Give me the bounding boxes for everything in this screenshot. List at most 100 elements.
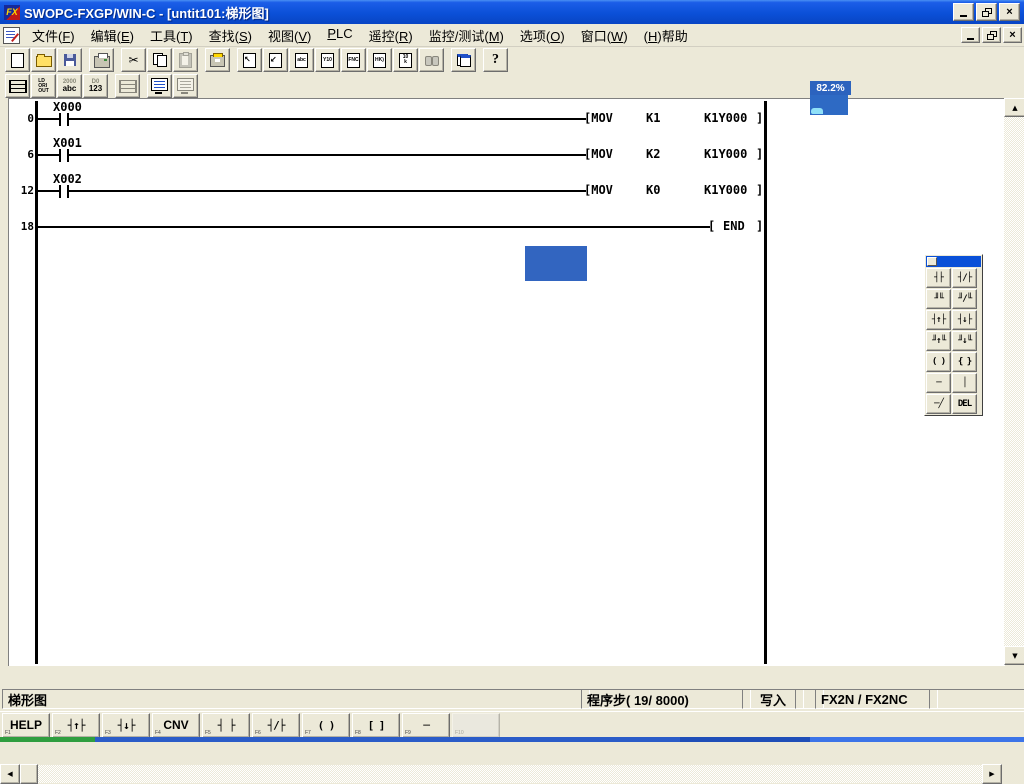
palette-title-bar[interactable] — [926, 256, 981, 267]
menu-plc[interactable]: PLC — [319, 24, 360, 47]
view-10k-button[interactable]: 10 k — [393, 48, 418, 72]
menu-label-pre: 查找( — [209, 29, 239, 44]
child-minimize-button[interactable] — [961, 27, 980, 43]
transfer-icon — [210, 55, 225, 67]
comment-view-button[interactable]: 2000abc — [57, 74, 82, 98]
monitor-stop-icon — [177, 78, 194, 91]
ladder-edit-button — [115, 74, 140, 98]
new-file-button[interactable] — [5, 48, 30, 72]
horizontal-scroll-track[interactable] — [38, 765, 982, 783]
scroll-down-button[interactable]: ▼ — [1004, 646, 1024, 665]
view-device-button[interactable]: Y10 — [315, 48, 340, 72]
main-toolbar: ✂ ↖↙ abc Y10FNCHK) 10 k? — [0, 47, 1024, 73]
icon-label-bottom: 123 — [89, 85, 102, 93]
minimize-button[interactable] — [953, 3, 974, 21]
save-file-button[interactable] — [57, 48, 82, 72]
contact-bar — [67, 185, 69, 198]
menu-window[interactable]: 窗口(W) — [573, 24, 636, 47]
scroll-up-button[interactable]: ▲ — [1004, 98, 1024, 117]
scroll-left-button[interactable]: ◀ — [0, 764, 20, 784]
copy-button[interactable] — [147, 48, 172, 72]
or-contact-open-button[interactable]: ╜╙ — [926, 289, 951, 309]
horizontal-line-button[interactable]: ─ — [926, 373, 951, 393]
rung-line — [38, 118, 586, 120]
ladder-text: K1 — [646, 111, 660, 125]
vertical-scroll-track[interactable] — [1004, 117, 1024, 646]
copy-icon — [153, 53, 167, 67]
fkey-f9-button[interactable]: F9─ — [402, 713, 450, 738]
register-view-button[interactable]: D0123 — [83, 74, 108, 98]
horizontal-scrollbar[interactable]: ◀ ▶ — [0, 763, 1002, 784]
ladder-selection-cursor[interactable] — [525, 246, 587, 281]
fkey-f4-button[interactable]: F4CNV — [152, 713, 200, 738]
ladder-editor[interactable]: 0X000[MOVK1K1Y000]6X001[MOVK2K1Y000]12X0… — [8, 98, 1005, 666]
zoom-level-indicator: 82.2% — [810, 81, 851, 95]
fkey-f1-button[interactable]: F1HELP — [2, 713, 50, 738]
document-icon[interactable] — [3, 27, 20, 44]
function-block-button[interactable]: { } — [952, 352, 977, 372]
page-back-button[interactable]: ↖ — [237, 48, 262, 72]
view-comment-button[interactable]: abc — [289, 48, 314, 72]
contact-closed-button[interactable]: ┤/├ — [952, 268, 977, 288]
menu-help[interactable]: (H)帮助 — [636, 24, 696, 47]
page-forward-button[interactable]: ↙ — [263, 48, 288, 72]
menu-view[interactable]: 视图(V) — [260, 24, 319, 47]
fkey-glyph: ┤↑├ — [68, 719, 85, 732]
menu-label-key: V — [298, 29, 307, 44]
menu-remote[interactable]: 遥控(R) — [361, 24, 421, 47]
menu-find[interactable]: 查找(S) — [201, 24, 260, 47]
fkey-f5-button[interactable]: F5┤ ├ — [202, 713, 250, 738]
delete-line-button[interactable]: ─╱ — [926, 394, 951, 414]
contact-label: X000 — [53, 100, 82, 114]
monitor-start-button[interactable] — [147, 74, 172, 98]
window-cascade-button[interactable] — [451, 48, 476, 72]
print-button[interactable] — [89, 48, 114, 72]
or-pulse-falling-contact-button[interactable]: ╜↓╙ — [952, 331, 977, 351]
fkey-f8-button[interactable]: F8[ ] — [352, 713, 400, 738]
fkey-f2-button[interactable]: F2┤↑├ — [52, 713, 100, 738]
vertical-line-button[interactable]: │ — [952, 373, 977, 393]
minimize-icon — [967, 38, 974, 40]
close-button[interactable]: × — [999, 3, 1020, 21]
cut-button[interactable]: ✂ — [121, 48, 146, 72]
arrow-up-icon: ▲ — [1012, 104, 1017, 112]
menu-edit[interactable]: 编辑(E) — [83, 24, 142, 47]
pulse-rising-contact-button[interactable]: ┤↑├ — [926, 310, 951, 330]
or-pulse-rising-contact-button[interactable]: ╜↑╙ — [926, 331, 951, 351]
ladder-view-button[interactable] — [5, 74, 30, 98]
help-button[interactable]: ? — [483, 48, 508, 72]
child-close-button[interactable]: × — [1003, 27, 1022, 43]
contact-open-button[interactable]: ┤├ — [926, 268, 951, 288]
open-file-button[interactable] — [31, 48, 56, 72]
transfer-button[interactable] — [205, 48, 230, 72]
coil-button[interactable]: ( ) — [926, 352, 951, 372]
fkey-label: F9 — [405, 730, 411, 736]
icon-label: abc — [297, 58, 306, 63]
palette-system-box[interactable] — [927, 257, 937, 266]
pulse-falling-contact-button[interactable]: ┤↓├ — [952, 310, 977, 330]
or-contact-closed-button[interactable]: ╜/╙ — [952, 289, 977, 309]
icon-label: 10 k — [403, 55, 409, 65]
ladder-text: END — [723, 219, 745, 233]
child-restore-button[interactable] — [982, 27, 1001, 43]
menu-label-key: O — [550, 29, 560, 44]
view-instruction-button[interactable]: FNC — [341, 48, 366, 72]
menu-monitor-test[interactable]: 监控/测试(M) — [421, 24, 512, 47]
menu-tools[interactable]: 工具(T) — [142, 24, 201, 47]
delete-button[interactable]: DEL — [952, 394, 977, 414]
vertical-scrollbar[interactable]: ▲ ▼ — [1004, 98, 1024, 665]
menu-options[interactable]: 选项(O) — [512, 24, 573, 47]
scroll-right-button[interactable]: ▶ — [982, 764, 1002, 784]
horizontal-scroll-thumb[interactable] — [20, 764, 38, 784]
instruction-view-button[interactable]: LD ORI OUT — [31, 74, 56, 98]
fkey-f7-button[interactable]: F7( ) — [302, 713, 350, 738]
view-10k-icon: 10 k — [399, 53, 412, 68]
view-contact-button[interactable]: HK) — [367, 48, 392, 72]
fkey-f6-button[interactable]: F6┤/├ — [252, 713, 300, 738]
fkey-f3-button[interactable]: F3┤↓├ — [102, 713, 150, 738]
restore-button[interactable] — [976, 3, 997, 21]
rung-line — [38, 190, 586, 192]
menu-file[interactable]: 文件(F) — [24, 24, 83, 47]
app-icon[interactable]: FX — [4, 5, 20, 20]
paste-icon — [179, 53, 192, 68]
